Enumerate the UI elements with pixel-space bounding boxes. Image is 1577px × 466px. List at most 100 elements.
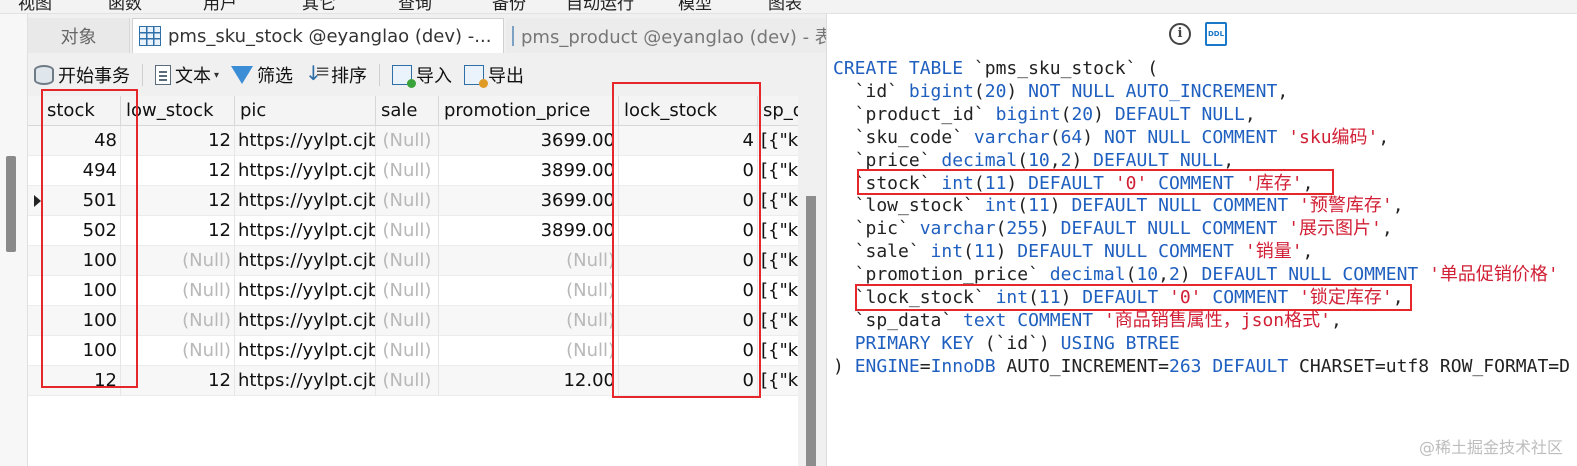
tab-pms-product[interactable]: pms_product @eyanglao (dev) - 表 <box>506 18 826 53</box>
cell-sale[interactable]: (Null) <box>376 366 439 396</box>
begin-transaction-button[interactable]: 开始事务 <box>34 62 130 88</box>
cell-promotion-price[interactable]: (Null) <box>439 306 619 336</box>
cell-stock[interactable]: 100 <box>42 306 121 336</box>
table-row[interactable]: 4812https://yylpt.cjb(Null)3699.004[{"ke <box>28 126 798 156</box>
cell-low-stock[interactable]: 12 <box>121 126 235 156</box>
cell-pic[interactable]: https://yylpt.cjb <box>235 336 376 366</box>
cell-low-stock[interactable]: (Null) <box>121 246 235 276</box>
ddl-icon[interactable]: DDL <box>1205 22 1227 46</box>
table-row[interactable]: 501 12 https://yylpt.cjb (Null) 3699.00 0 [{"k… <box>28 186 798 216</box>
cell-lock-stock[interactable]: 0 <box>619 186 758 216</box>
table-row[interactable]: 100 (Null) https://yylpt.cjb (Null) (Null) 0[… <box>28 336 798 366</box>
cell-lock-stock[interactable]: 0 <box>619 246 758 276</box>
info-icon[interactable]: i <box>1169 23 1191 45</box>
cell-promotion-price[interactable]: (Null) <box>439 276 619 306</box>
cell-stock[interactable]: 494 <box>42 156 121 186</box>
cell-sale[interactable]: (Null) <box>376 216 439 246</box>
cell-promotion-price[interactable]: 3899.00 <box>439 156 619 186</box>
menu-automation[interactable]: 自动运行 <box>566 0 634 13</box>
menu-users[interactable]: 用户 <box>203 0 237 13</box>
column-header-lock-stock[interactable]: lock_stock <box>619 96 758 126</box>
cell-promotion-price[interactable]: 3699.00 <box>439 186 619 216</box>
cell-pic[interactable]: https://yylpt.cjb <box>235 186 376 216</box>
cell-pic[interactable]: https://yylpt.cjb <box>235 126 376 156</box>
cell-sale[interactable]: (Null) <box>376 306 439 336</box>
cell-stock[interactable]: 100 <box>42 246 121 276</box>
cell-sp-d[interactable]: [{"ke <box>758 156 798 186</box>
cell-sale[interactable]: (Null) <box>376 246 439 276</box>
cell-promotion-price[interactable]: 12.00 <box>439 366 619 396</box>
cell-low-stock[interactable]: 12 <box>121 366 235 396</box>
cell-lock-stock[interactable]: 0 <box>619 306 758 336</box>
column-header-sale[interactable]: sale <box>376 96 439 126</box>
cell-sale[interactable]: (Null) <box>376 276 439 306</box>
cell-sp-d[interactable]: [{"ke <box>758 126 798 156</box>
cell-pic[interactable]: https://yylpt.cjb <box>235 246 376 276</box>
cell-sp-d[interactable]: [{"ke <box>758 216 798 246</box>
cell-low-stock[interactable]: 12 <box>121 186 235 216</box>
cell-low-stock[interactable]: 12 <box>121 216 235 246</box>
cell-sale[interactable]: (Null) <box>376 186 439 216</box>
cell-low-stock[interactable]: (Null) <box>121 336 235 366</box>
cell-promotion-price[interactable]: (Null) <box>439 336 619 366</box>
grid-scrollbar-thumb[interactable] <box>806 196 816 466</box>
cell-stock[interactable]: 100 <box>42 336 121 366</box>
cell-low-stock[interactable]: (Null) <box>121 306 235 336</box>
menu-query[interactable]: 查询 <box>398 0 432 13</box>
data-grid[interactable]: stock low_stock pic sale promotion_price lock… <box>28 96 798 466</box>
tab-pms-sku-stock[interactable]: pms_sku_stock @eyanglao (dev) -... <box>132 18 504 53</box>
cell-lock-stock[interactable]: 0 <box>619 366 758 396</box>
cell-pic[interactable]: https://yylpt.cjb <box>235 366 376 396</box>
menu-model[interactable]: 模型 <box>678 0 712 13</box>
cell-sp-d[interactable]: [{"ke <box>758 186 798 216</box>
cell-pic[interactable]: https://yylpt.cjb <box>235 306 376 336</box>
column-header-stock[interactable]: stock <box>42 96 121 126</box>
table-row[interactable]: 100 (Null) https://yylpt.cjb (Null) (Null) 0[… <box>28 246 798 276</box>
export-button[interactable]: 导出 <box>464 62 524 88</box>
cell-sp-d[interactable]: [{"ke <box>758 336 798 366</box>
cell-pic[interactable]: https://yylpt.cjb <box>235 276 376 306</box>
filter-button[interactable]: 筛选 <box>231 62 293 88</box>
cell-sp-d[interactable]: [{"ke <box>758 276 798 306</box>
menu-functions[interactable]: 函数 <box>108 0 142 13</box>
cell-sale[interactable]: (Null) <box>376 336 439 366</box>
cell-sp-d[interactable]: [{"ke <box>758 246 798 276</box>
cell-stock[interactable]: 501 <box>42 186 121 216</box>
cell-stock[interactable]: 100 <box>42 276 121 306</box>
cell-low-stock[interactable]: (Null) <box>121 276 235 306</box>
left-scrollbar-thumb[interactable] <box>6 156 16 252</box>
cell-promotion-price[interactable]: 3699.00 <box>439 126 619 156</box>
import-button[interactable]: 导入 <box>392 62 452 88</box>
cell-stock[interactable]: 12 <box>42 366 121 396</box>
cell-stock[interactable]: 502 <box>42 216 121 246</box>
table-row[interactable]: 494 12 https://yylpt.cjb (Null) 3899.00 0 [{"k… <box>28 156 798 186</box>
table-row[interactable]: 100 (Null) https://yylpt.cjb (Null) (Null) 0[… <box>28 306 798 336</box>
menu-other[interactable]: 其它 <box>302 0 336 13</box>
column-header-low-stock[interactable]: low_stock <box>121 96 235 126</box>
cell-sale[interactable]: (Null) <box>376 156 439 186</box>
table-row[interactable]: 502 12 https://yylpt.cjb (Null) 3899.00 0 [{"k… <box>28 216 798 246</box>
cell-sp-d[interactable]: [{"ke <box>758 366 798 396</box>
table-row[interactable]: 100 (Null) https://yylpt.cjb (Null) (Null) 0[… <box>28 276 798 306</box>
column-header-pic[interactable]: pic <box>235 96 376 126</box>
cell-sale[interactable]: (Null) <box>376 126 439 156</box>
cell-low-stock[interactable]: 12 <box>121 156 235 186</box>
cell-promotion-price[interactable]: 3899.00 <box>439 216 619 246</box>
sort-button[interactable]: 排序 <box>305 61 367 88</box>
cell-lock-stock[interactable]: 0 <box>619 156 758 186</box>
cell-stock[interactable]: 48 <box>42 126 121 156</box>
text-button[interactable]: 文本 ▾ <box>155 62 219 88</box>
column-header-sp-d[interactable]: sp_d <box>758 96 798 126</box>
cell-lock-stock[interactable]: 0 <box>619 336 758 366</box>
menu-chart[interactable]: 图表 <box>768 0 802 13</box>
grid-vertical-scrollbar[interactable] <box>798 96 826 466</box>
cell-sp-d[interactable]: [{"ke <box>758 306 798 336</box>
menu-backup[interactable]: 备份 <box>492 0 526 13</box>
column-header-promotion-price[interactable]: promotion_price <box>439 96 619 126</box>
cell-lock-stock[interactable]: 0 <box>619 276 758 306</box>
tab-objects[interactable]: 对象 <box>28 18 130 53</box>
cell-promotion-price[interactable]: (Null) <box>439 246 619 276</box>
cell-lock-stock[interactable]: 0 <box>619 216 758 246</box>
cell-pic[interactable]: https://yylpt.cjb <box>235 216 376 246</box>
cell-lock-stock[interactable]: 4 <box>619 126 758 156</box>
